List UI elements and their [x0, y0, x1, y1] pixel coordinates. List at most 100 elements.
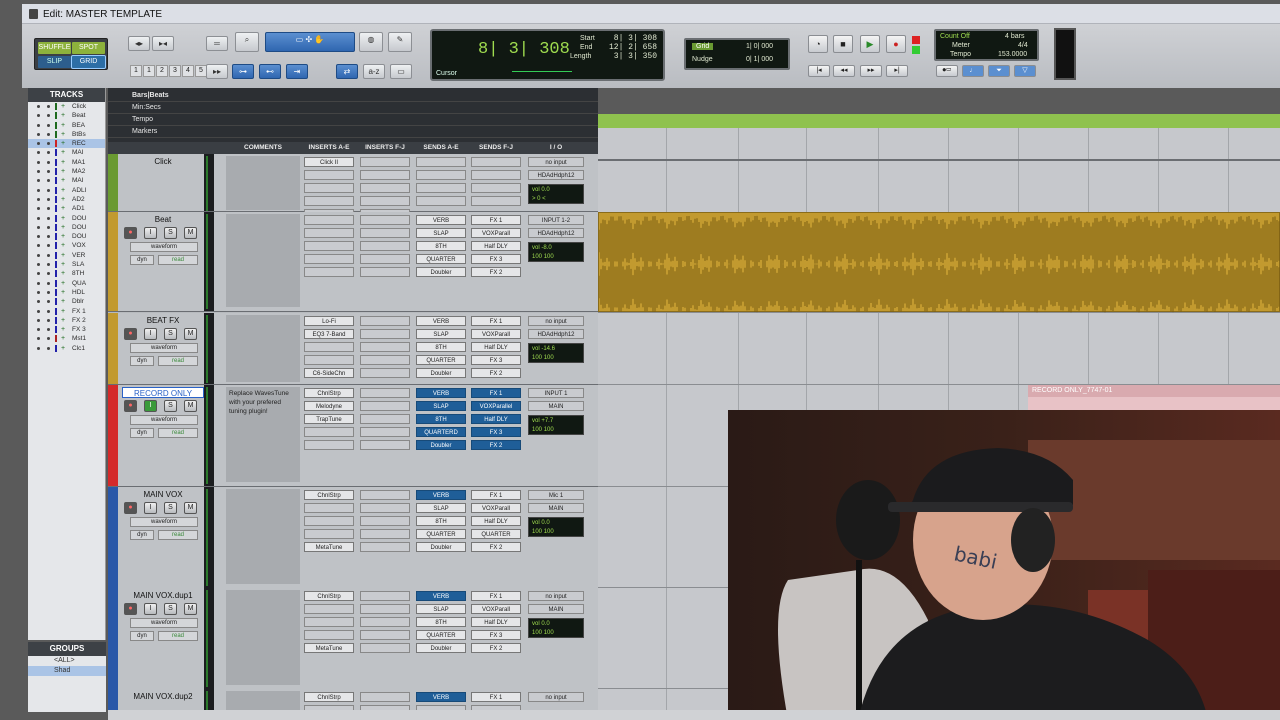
- playlist-icon[interactable]: [47, 290, 50, 294]
- mute-button[interactable]: M: [184, 328, 197, 340]
- insert-slot-fj[interactable]: [360, 254, 410, 264]
- playlist-icon[interactable]: [47, 309, 50, 313]
- send-slot-fj[interactable]: FX 1: [471, 388, 521, 398]
- send-slot[interactable]: SLAP: [416, 604, 466, 614]
- insert-slot-fj[interactable]: [360, 490, 410, 500]
- send-slot[interactable]: Doubler: [416, 643, 466, 653]
- tracklist-item[interactable]: + DOU: [28, 232, 105, 241]
- send-slot[interactable]: 8TH: [416, 241, 466, 251]
- zoom-preset[interactable]: 3: [169, 65, 181, 77]
- send-slot[interactable]: 8TH: [416, 414, 466, 424]
- meter-value[interactable]: 4/4: [1018, 42, 1028, 49]
- send-slot-fj[interactable]: QUARTER: [471, 529, 521, 539]
- insert-slot[interactable]: ChnlStrp: [304, 591, 354, 601]
- send-slot[interactable]: VERB: [416, 316, 466, 326]
- tracklist-item[interactable]: + VER: [28, 251, 105, 260]
- mute-button[interactable]: M: [184, 603, 197, 615]
- track-name[interactable]: Click: [122, 156, 204, 167]
- conductor-icon[interactable]: ♩: [962, 65, 984, 77]
- pan-value-right[interactable]: 100: [544, 254, 554, 260]
- send-slot-fj[interactable]: [471, 183, 521, 193]
- tracks-header[interactable]: TRACKS: [28, 88, 105, 102]
- insert-slot-fj[interactable]: [360, 170, 410, 180]
- send-slot-fj[interactable]: [471, 196, 521, 206]
- send-slot-fj[interactable]: Half DLY: [471, 516, 521, 526]
- insert-slot[interactable]: Melodyne: [304, 401, 354, 411]
- wait-for-note-icon[interactable]: ⏷: [988, 65, 1010, 77]
- playlist-icon[interactable]: [47, 179, 50, 183]
- send-slot-fj[interactable]: FX 2: [471, 440, 521, 450]
- insert-slot[interactable]: ChnlStrp: [304, 388, 354, 398]
- send-slot[interactable]: [416, 170, 466, 180]
- midi-merge-icon[interactable]: ⏺▭: [936, 65, 958, 77]
- insert-slot[interactable]: [304, 267, 354, 277]
- show-hide-icon[interactable]: [37, 235, 40, 239]
- volume-pan-display[interactable]: vol 0.0 100 100: [528, 517, 584, 537]
- send-slot[interactable]: VERB: [416, 490, 466, 500]
- track-comment[interactable]: [226, 590, 300, 685]
- input-monitor-button[interactable]: I: [144, 502, 157, 514]
- show-hide-icon[interactable]: [37, 328, 40, 332]
- group-all[interactable]: <ALL>: [28, 656, 106, 666]
- volume-pan-display[interactable]: vol 0.0 100 100: [528, 618, 584, 638]
- input-monitor-button[interactable]: I: [144, 227, 157, 239]
- input-selector[interactable]: no input: [528, 591, 584, 601]
- automation-dyn-selector[interactable]: dyn: [130, 356, 154, 366]
- show-hide-icon[interactable]: [37, 300, 40, 304]
- insert-slot-fj[interactable]: [360, 215, 410, 225]
- send-slot[interactable]: VERB: [416, 388, 466, 398]
- pan-value[interactable]: 100: [532, 630, 542, 636]
- scrubber-tool-icon[interactable]: ◍: [359, 32, 383, 52]
- insert-slot[interactable]: [304, 440, 354, 450]
- send-slot-fj[interactable]: FX 3: [471, 254, 521, 264]
- fast-forward-icon[interactable]: ▸▸: [860, 65, 882, 77]
- tracklist-item[interactable]: + Click: [28, 102, 105, 111]
- track-view-selector[interactable]: waveform: [130, 415, 198, 425]
- tracklist-item[interactable]: + HDL: [28, 288, 105, 297]
- send-slot[interactable]: 8TH: [416, 342, 466, 352]
- track-comment[interactable]: [226, 156, 300, 210]
- tracklist-item[interactable]: + FX 2: [28, 316, 105, 325]
- insert-slot[interactable]: [304, 183, 354, 193]
- show-hide-icon[interactable]: [37, 281, 40, 285]
- automation-dyn-selector[interactable]: dyn: [130, 255, 154, 265]
- show-hide-icon[interactable]: [37, 272, 40, 276]
- insert-slot[interactable]: [304, 170, 354, 180]
- input-monitor-button[interactable]: I: [144, 328, 157, 340]
- end-value[interactable]: 12| 2| 658: [609, 43, 657, 52]
- trim-selector-grabber-tools[interactable]: ▭ ✣ ✋: [265, 32, 355, 52]
- tracklist-item[interactable]: + Beat: [28, 111, 105, 120]
- volume-value[interactable]: 0.0: [541, 621, 549, 627]
- pan-value[interactable]: > 0 <: [532, 196, 546, 202]
- pan-value[interactable]: 100: [532, 427, 542, 433]
- send-slot-fj[interactable]: Half DLY: [471, 241, 521, 251]
- volume-value[interactable]: -14.6: [541, 346, 555, 352]
- insert-slot-fj[interactable]: [360, 617, 410, 627]
- record-enable-button[interactable]: ●: [124, 603, 137, 615]
- shuffle-mode-button[interactable]: SHUFFLE: [38, 42, 71, 54]
- tracklist-item[interactable]: + MA2: [28, 167, 105, 176]
- track-comment[interactable]: Replace WavesTune with your prefered tun…: [226, 387, 300, 482]
- insert-slot[interactable]: TrapTune: [304, 414, 354, 424]
- insert-slot[interactable]: [304, 228, 354, 238]
- show-hide-icon[interactable]: [37, 263, 40, 267]
- tracklist-item[interactable]: + REC: [28, 139, 105, 149]
- insert-slot[interactable]: [304, 604, 354, 614]
- send-slot-fj[interactable]: [471, 157, 521, 167]
- show-hide-icon[interactable]: [37, 207, 40, 211]
- solo-button[interactable]: S: [164, 328, 177, 340]
- mute-button[interactable]: M: [184, 400, 197, 412]
- track-comment[interactable]: [226, 691, 300, 712]
- tracklist-item[interactable]: + ADLI: [28, 186, 105, 195]
- send-slot-fj[interactable]: Half DLY: [471, 414, 521, 424]
- record-enable-button[interactable]: ●: [124, 328, 137, 340]
- insert-slot-fj[interactable]: [360, 503, 410, 513]
- track-view-selector[interactable]: waveform: [130, 517, 198, 527]
- input-monitor-button[interactable]: I: [144, 400, 157, 412]
- send-slot-fj[interactable]: FX 1: [471, 215, 521, 225]
- insert-slot[interactable]: [304, 254, 354, 264]
- zoom-preset[interactable]: 1: [130, 65, 142, 77]
- tab-to-transient-icon[interactable]: ▸▸: [206, 64, 228, 79]
- output-selector[interactable]: HDAdHdph12: [528, 228, 584, 238]
- send-slot-fj[interactable]: FX 1: [471, 490, 521, 500]
